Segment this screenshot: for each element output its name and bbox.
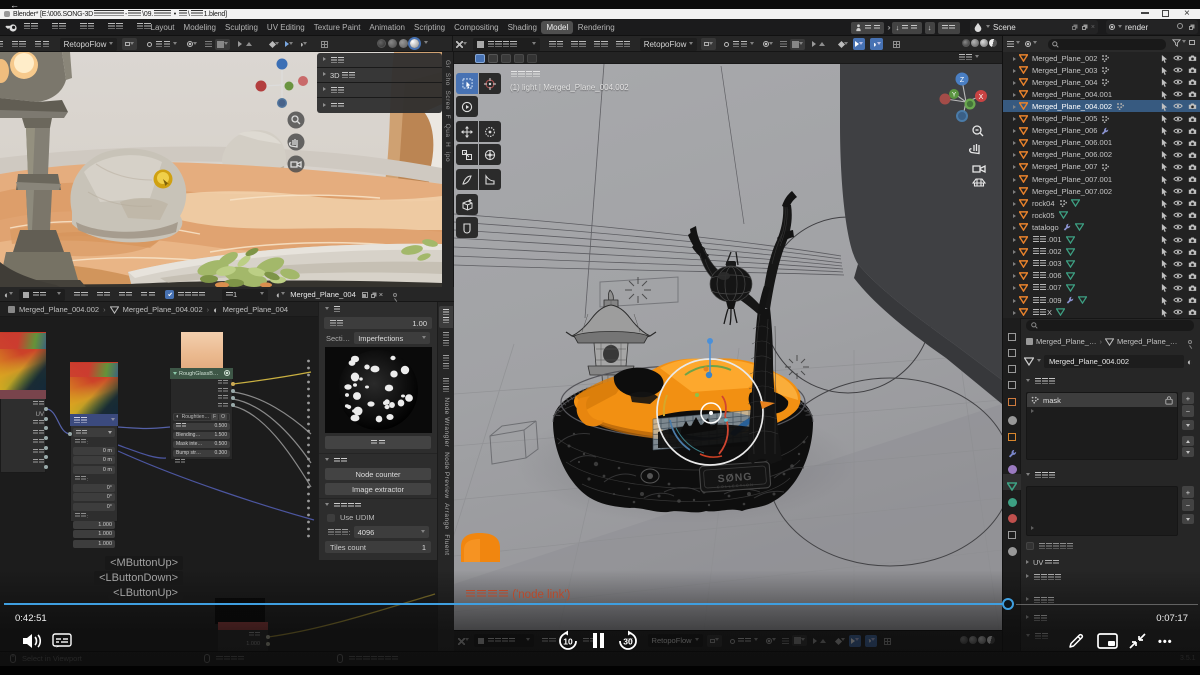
svg-text:10: 10 xyxy=(563,637,573,647)
svg-text:Y: Y xyxy=(952,92,957,99)
svg-text:30: 30 xyxy=(623,637,633,647)
svg-text:Z: Z xyxy=(960,77,965,84)
svg-text:X: X xyxy=(979,94,984,101)
